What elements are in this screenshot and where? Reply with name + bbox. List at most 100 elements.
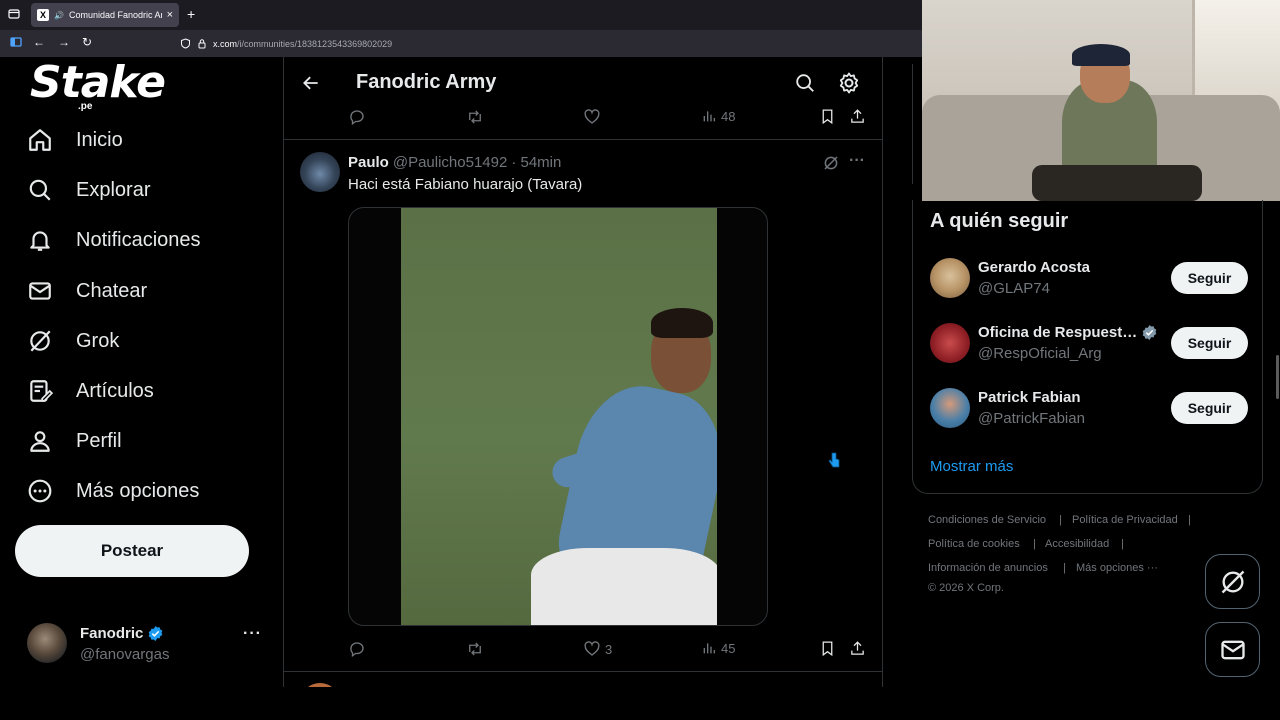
page-title: Fanodric Army [356,71,497,93]
account-name: Patrick Fabian [978,389,1081,406]
views-count[interactable]: 45 [701,640,735,656]
verified-badge-icon [149,626,163,641]
post-time[interactable]: · 54min [511,154,561,171]
lock-icon[interactable] [197,38,207,49]
prev-post-actions: 48 [284,108,882,128]
mail-icon [26,277,54,305]
follow-button[interactable]: Seguir [1171,392,1248,424]
author-handle[interactable]: @Paulicho51492 [393,154,507,171]
post-button[interactable]: Postear [15,525,249,577]
nav-item-explorar[interactable]: Explorar [26,170,150,210]
nav-item-mas-opciones[interactable]: Más opciones [26,471,199,511]
nav-item-articulos[interactable]: Artículos [26,371,154,411]
retweet-icon[interactable] [466,108,484,126]
messages-floating-button[interactable] [1205,622,1260,677]
tab-title: Comunidad Fanodric Army [68,10,162,20]
next-post-avatar[interactable] [300,683,340,687]
shield-icon[interactable] [180,38,191,49]
retweet-icon[interactable] [466,640,484,658]
more-dots-icon[interactable]: ··· [243,625,262,643]
close-tab-icon[interactable]: × [167,9,173,21]
webcam-overlay [922,0,1280,201]
nav-item-notificaciones[interactable]: Notificaciones [26,220,201,260]
speaker-icon[interactable]: 🔊 [54,11,64,20]
post[interactable]: Paulo @Paulicho51492 · 54min ··· Haci es… [284,140,882,670]
post-media[interactable] [348,207,768,626]
bell-icon [26,226,54,254]
nav-item-inicio[interactable]: Inicio [26,120,123,160]
url-field[interactable]: x.com/i/communities/1838123543369802029 [174,34,922,53]
footer-separator: | [1033,538,1036,550]
forward-icon[interactable]: → [58,35,70,49]
nav-item-grok[interactable]: Grok [26,321,119,361]
sidebar-toggle-icon[interactable] [10,36,22,51]
nav-label: Explorar [76,178,151,201]
share-icon[interactable] [849,108,866,125]
avatar [930,323,970,363]
search-icon[interactable] [794,72,816,94]
tab-list-icon[interactable] [8,8,20,23]
views-count[interactable]: 48 [701,108,735,124]
browser-tab[interactable]: X 🔊 Comunidad Fanodric Army × [31,3,179,27]
grok-floating-button[interactable] [1205,554,1260,609]
show-more-link[interactable]: Mostrar más [930,458,1013,475]
divider [284,671,882,672]
settings-gear-icon[interactable] [837,71,861,95]
post-text: Haci está Fabiano huarajo (Tavara) [348,176,583,193]
user-icon [26,427,54,455]
who-to-follow-panel: A quién seguir Gerardo Acosta @GLAP74 Se… [912,200,1263,494]
more-circle-icon [26,477,54,505]
post-header: Paulo @Paulicho51492 · 54min [348,154,561,171]
post-more-icon[interactable]: ··· [849,152,865,170]
video-frame[interactable] [401,208,717,625]
scrollbar-thumb[interactable] [1276,355,1279,399]
footer-separator: | [1059,514,1062,526]
likes-value: 3 [605,641,613,657]
like-count[interactable]: 3 [583,640,612,658]
reload-icon[interactable]: ↻ [82,35,92,49]
logo-main: Stake [30,57,166,108]
footer-link[interactable]: Condiciones de Servicio [928,514,1046,526]
footer-link[interactable]: Política de cookies [928,538,1020,550]
reply-icon[interactable] [348,640,366,658]
author-avatar[interactable] [300,152,340,192]
logo-sub: .pe [78,101,93,112]
footer-separator: | [1121,538,1124,550]
back-icon[interactable]: ← [33,35,45,49]
nav-item-chatear[interactable]: Chatear [26,271,147,311]
follow-suggestion[interactable]: Patrick Fabian @PatrickFabian Seguir [913,376,1264,440]
footer-link[interactable]: Más opciones ··· [1076,562,1158,574]
follow-suggestion[interactable]: Gerardo Acosta @GLAP74 Seguir [913,246,1264,310]
nav-bar: ← → ↻ x.com/i/communities/18381235433698… [0,30,922,57]
grok-icon [26,327,54,355]
left-sidebar: Stake .pe Inicio Explorar Notificaciones… [0,57,283,720]
search-icon [26,176,54,204]
bookmark-icon[interactable] [819,640,836,657]
share-icon[interactable] [849,640,866,657]
account-handle: @RespOficial_Arg [978,345,1102,362]
views-icon [703,111,715,122]
main-column: Fanodric Army 48 Paulo @Paulicho51492 · … [283,57,883,687]
grok-icon[interactable] [822,154,840,172]
footer-link[interactable]: Política de Privacidad [1072,514,1178,526]
account-switcher[interactable]: Fanodric @fanovargas ··· [27,623,267,665]
follow-button[interactable]: Seguir [1171,262,1248,294]
follow-button[interactable]: Seguir [1171,327,1248,359]
footer-link[interactable]: Accesibilidad [1045,538,1109,550]
follow-suggestion[interactable]: Oficina de Respuest… @RespOficial_Arg Se… [913,311,1264,375]
back-arrow-icon[interactable] [301,73,321,93]
footer-separator: | [1188,514,1191,526]
new-tab-icon[interactable]: + [187,6,195,22]
footer-link[interactable]: Información de anuncios [928,562,1048,574]
avatar [27,623,67,663]
nav-item-perfil[interactable]: Perfil [26,421,122,461]
author-name[interactable]: Paulo [348,154,389,171]
right-partial-edge [912,64,924,184]
reply-icon[interactable] [348,108,366,126]
post-actions: 3 45 [284,640,882,660]
like-icon[interactable] [583,108,601,126]
stake-logo[interactable]: Stake .pe [30,57,166,117]
community-header: Fanodric Army [284,57,882,109]
bookmark-icon[interactable] [819,108,836,125]
nav-label: Artículos [76,379,154,402]
